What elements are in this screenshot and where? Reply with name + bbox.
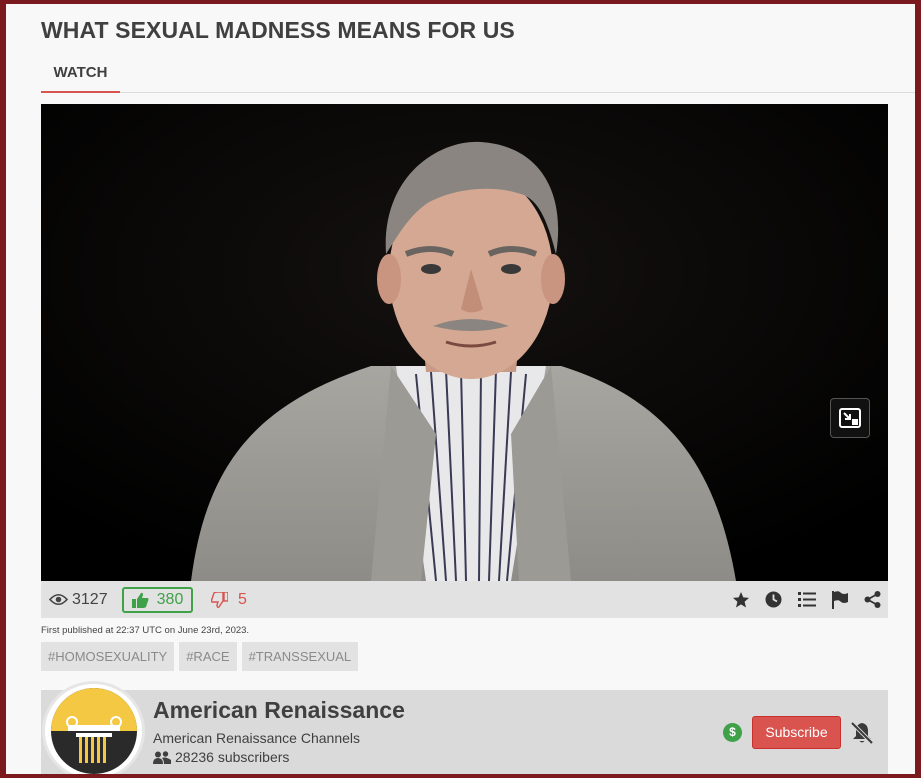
tag-transsexual[interactable]: #TRANSSEXUAL xyxy=(241,642,359,671)
favorite-button[interactable] xyxy=(731,590,750,609)
published-date: First published at 22:37 UTC on June 23r… xyxy=(41,625,250,636)
page: WHAT SEXUAL MADNESS MEANS FOR US WATCH 3… xyxy=(6,4,915,774)
video-title: WHAT SEXUAL MADNESS MEANS FOR US xyxy=(41,17,515,43)
channel-name[interactable]: American Renaissance xyxy=(153,697,405,724)
subscribe-button[interactable]: Subscribe xyxy=(752,716,841,749)
channel-avatar[interactable] xyxy=(42,681,145,774)
subscriber-count-text: 28236 subscribers xyxy=(175,749,290,765)
tip-dollar-icon[interactable]: $ xyxy=(723,723,742,742)
users-icon xyxy=(153,750,171,764)
clock-icon xyxy=(765,591,782,608)
picture-in-picture-icon xyxy=(839,408,861,428)
view-count-value: 3127 xyxy=(72,590,108,608)
report-button[interactable] xyxy=(830,590,849,609)
share-button[interactable] xyxy=(863,590,882,609)
video-frame xyxy=(41,104,888,581)
thumbs-down-icon xyxy=(211,592,228,608)
like-count: 380 xyxy=(156,591,184,608)
column-logo-icon xyxy=(50,688,137,774)
tag-race[interactable]: #RACE xyxy=(179,642,237,671)
add-to-playlist-button[interactable] xyxy=(797,590,816,609)
subscriber-count: 28236 subscribers xyxy=(153,749,289,765)
flag-icon xyxy=(832,590,848,609)
eye-icon xyxy=(49,593,68,606)
bell-slash-icon xyxy=(850,721,874,745)
tag-homosexuality[interactable]: #HOMOSEXUALITY xyxy=(41,642,175,671)
thumbs-up-icon xyxy=(131,592,149,608)
picture-in-picture-button[interactable] xyxy=(830,398,870,438)
like-button[interactable]: 380 xyxy=(122,587,193,613)
notification-bell-button[interactable] xyxy=(850,721,874,745)
channel-subtitle: American Renaissance Channels xyxy=(153,730,360,746)
dislike-count: 5 xyxy=(238,591,247,608)
tab-bar: WATCH xyxy=(41,59,915,93)
share-icon xyxy=(864,591,881,608)
dislike-button[interactable]: 5 xyxy=(211,587,247,613)
watch-later-button[interactable] xyxy=(764,590,783,609)
tab-watch[interactable]: WATCH xyxy=(41,59,120,93)
star-icon xyxy=(732,591,749,607)
video-player[interactable] xyxy=(41,104,888,581)
playlist-icon xyxy=(797,592,816,607)
view-count: 3127 xyxy=(49,581,108,618)
video-actions xyxy=(731,581,882,618)
video-stats-bar: 3127 380 5 xyxy=(41,581,888,618)
tag-list: #HOMOSEXUALITY #RACE #TRANSSEXUAL xyxy=(41,642,359,671)
